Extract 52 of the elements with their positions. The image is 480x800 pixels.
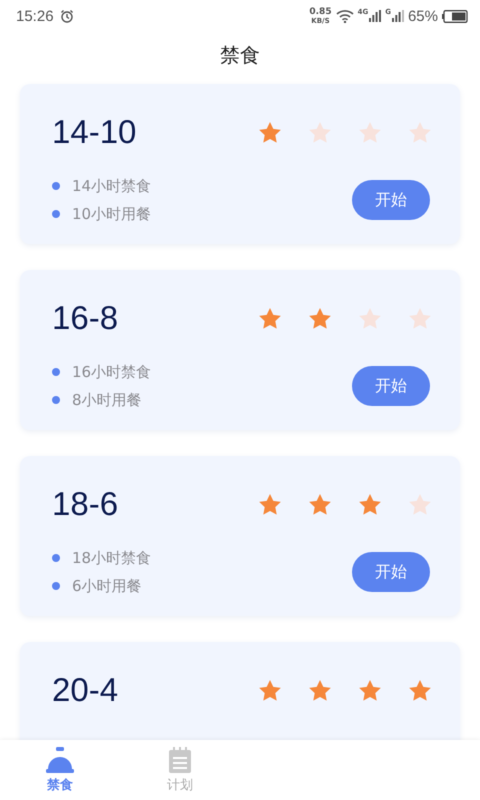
star-icon: [258, 678, 282, 702]
start-button[interactable]: 开始: [352, 366, 430, 406]
star-icon: [258, 492, 282, 516]
page-title: 禁食: [219, 42, 261, 69]
wifi-icon: [336, 9, 354, 23]
nav-tab[interactable]: 计划: [120, 740, 240, 800]
star-icon: [258, 120, 282, 144]
signal-icon: [369, 10, 382, 22]
plan-card[interactable]: 16-8 16小时禁食 8小时用餐 开始: [20, 270, 460, 430]
plan-detail: 8小时用餐: [72, 390, 142, 410]
signal-icon: [392, 10, 404, 22]
plan-card[interactable]: 14-10 14小时禁食 10小时用餐 开始: [20, 84, 460, 244]
plan-detail: 6小时用餐: [72, 576, 142, 596]
alarm-icon: [60, 9, 74, 23]
bullet-icon: [52, 554, 60, 562]
star-icon: [408, 120, 432, 144]
bullet-icon: [52, 210, 60, 218]
plan-card[interactable]: 18-6 18小时禁食 6小时用餐 开始: [20, 456, 460, 616]
bullet-icon: [52, 182, 60, 190]
start-button[interactable]: 开始: [352, 180, 430, 220]
star-icon: [408, 492, 432, 516]
star-icon: [308, 120, 332, 144]
network-speed: 0.85: [309, 8, 332, 16]
plan-name: 14-10: [52, 113, 136, 151]
star-icon: [408, 678, 432, 702]
bullet-icon: [52, 582, 60, 590]
bullet-icon: [52, 396, 60, 404]
plan-detail: 14小时禁食: [72, 176, 152, 196]
bowl-cover-icon: [45, 746, 75, 772]
battery-icon: [442, 10, 468, 22]
start-button[interactable]: 开始: [352, 552, 430, 592]
star-icon: [358, 678, 382, 702]
status-time: 15:26: [16, 8, 54, 24]
star-icon: [308, 306, 332, 330]
plan-detail: 10小时用餐: [72, 204, 152, 224]
star-icon: [258, 306, 282, 330]
plan-name: 18-6: [52, 485, 118, 523]
plan-detail: 16小时禁食: [72, 362, 152, 382]
battery-percent: 65%: [408, 8, 438, 24]
notepad-icon: [168, 746, 192, 772]
star-icon: [358, 492, 382, 516]
star-icon: [308, 492, 332, 516]
bullet-icon: [52, 368, 60, 376]
nav-tab[interactable]: 禁食: [0, 740, 120, 800]
plan-name: 20-4: [52, 671, 118, 709]
plan-card[interactable]: 20-4: [20, 642, 460, 740]
star-icon: [408, 306, 432, 330]
plan-detail: 18小时禁食: [72, 548, 152, 568]
star-icon: [358, 306, 382, 330]
star-icon: [358, 120, 382, 144]
plan-name: 16-8: [52, 299, 118, 337]
star-icon: [308, 678, 332, 702]
